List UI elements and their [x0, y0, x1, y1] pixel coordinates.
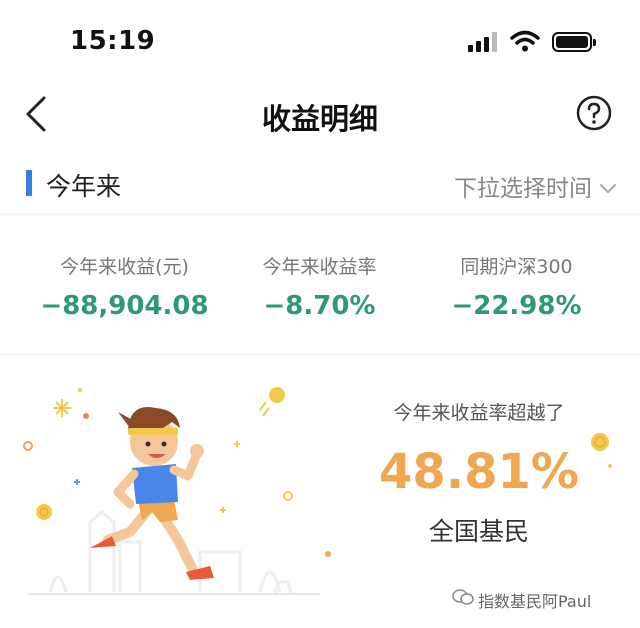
status-time: 15:19 — [70, 26, 156, 56]
wechat-icon — [452, 589, 474, 605]
coin-icon — [591, 433, 612, 468]
stat-label: 今年来收益(元) — [60, 256, 189, 278]
beat-percent: 48.81% — [379, 444, 579, 500]
divider — [0, 214, 640, 215]
wifi-icon — [510, 30, 540, 52]
battery-icon — [552, 32, 596, 52]
stat-label: 今年来收益率 — [262, 256, 377, 278]
help-icon[interactable] — [576, 95, 612, 131]
runner-illustration — [23, 387, 331, 595]
beat-subject: 全国基民 — [428, 517, 529, 546]
watermark: 指数基民阿Paul — [478, 592, 592, 611]
page-title: 收益明细 — [261, 102, 378, 136]
time-picker-dropdown[interactable]: 下拉选择时间 — [454, 169, 617, 203]
divider — [0, 354, 640, 355]
section-accent-bar — [26, 170, 32, 196]
stat-value: −88,904.08 — [40, 291, 209, 321]
time-picker-label: 下拉选择时间 — [454, 176, 592, 202]
beat-label: 今年来收益率超越了 — [393, 402, 565, 424]
stat-benchmark: 同期沪深300 −22.98% — [410, 252, 623, 321]
stat-value: −8.70% — [263, 291, 376, 321]
period-label: 今年来 — [46, 172, 122, 201]
stat-label: 同期沪深300 — [460, 256, 573, 278]
stat-value: −22.98% — [451, 291, 582, 321]
cellular-signal-icon — [468, 32, 498, 52]
stat-ytd-return: 今年来收益率 −8.70% — [213, 252, 426, 321]
coin-icon — [36, 504, 52, 520]
stat-ytd-earnings: 今年来收益(元) −88,904.08 — [18, 252, 231, 321]
chevron-down-icon — [599, 176, 617, 194]
